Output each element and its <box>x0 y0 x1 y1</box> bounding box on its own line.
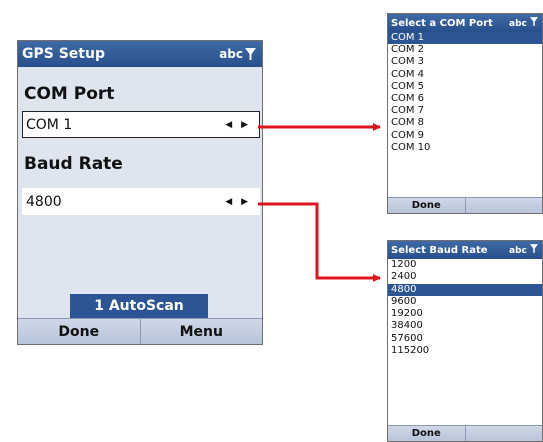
baud-rate-list-screen: Select Baud Rate abc 1200 2400 4800 9600 192… <box>387 240 543 442</box>
list-item[interactable]: COM 1 <box>388 32 542 45</box>
list-item[interactable]: 115200 <box>388 345 542 357</box>
baud-list-softkey-bar: Done <box>388 425 542 441</box>
input-mode-label: abc <box>509 19 527 29</box>
title-bar: GPS Setup abc <box>18 41 262 67</box>
list-item[interactable]: 4800 <box>388 283 542 296</box>
com-port-label: COM Port <box>24 84 115 104</box>
baud-list-title: Select Baud Rate <box>391 244 488 256</box>
input-mode-indicator: abc <box>219 47 256 61</box>
list-item[interactable]: COM 7 <box>388 105 542 117</box>
list-item[interactable]: 38400 <box>388 320 542 332</box>
com-list-title: Select a COM Port <box>391 17 493 29</box>
left-right-arrows-icon: ◀ ▶ <box>225 119 251 130</box>
baud-rate-connector-arrow <box>258 202 381 282</box>
screen-title: GPS Setup <box>22 46 105 62</box>
input-mode-indicator: abc <box>509 17 538 29</box>
list-item[interactable]: COM 6 <box>388 93 542 105</box>
list-item[interactable]: 19200 <box>388 308 542 320</box>
right-softkey[interactable] <box>466 426 543 441</box>
menu-softkey[interactable]: Menu <box>141 319 263 344</box>
com-list-softkey-bar: Done <box>388 197 542 213</box>
baud-rate-label: Baud Rate <box>24 154 123 174</box>
list-item[interactable]: COM 3 <box>388 56 542 68</box>
left-right-arrows-icon: ◀ ▶ <box>225 196 251 207</box>
input-mode-label: abc <box>219 47 243 61</box>
list-item[interactable]: COM 9 <box>388 130 542 142</box>
com-port-value: COM 1 <box>26 116 73 133</box>
autoscan-button[interactable]: 1 AutoScan <box>70 294 208 318</box>
softkey-bar: Done Menu <box>18 318 262 344</box>
signal-icon <box>530 244 538 253</box>
list-item[interactable]: 1200 <box>388 259 542 271</box>
com-port-list-screen: Select a COM Port abc COM 1 COM 2 COM 3 COM… <box>387 13 543 214</box>
com-list-title-bar: Select a COM Port abc <box>388 14 542 32</box>
list-item[interactable]: COM 4 <box>388 69 542 81</box>
input-mode-label: abc <box>509 246 527 256</box>
list-item[interactable]: 2400 <box>388 271 542 283</box>
right-softkey[interactable] <box>466 198 543 213</box>
com-port-list: COM 1 COM 2 COM 3 COM 4 COM 5 COM 6 COM 7 COM 8… <box>388 32 542 154</box>
list-item[interactable]: 9600 <box>388 296 542 308</box>
list-item[interactable]: COM 5 <box>388 81 542 93</box>
signal-icon <box>530 17 538 26</box>
done-softkey[interactable]: Done <box>388 198 466 213</box>
baud-rate-value: 4800 <box>26 193 62 210</box>
com-port-selector[interactable]: COM 1 ◀ ▶ <box>22 111 260 138</box>
gps-setup-screen: GPS Setup abc COM Port COM 1 ◀ ▶ Baud Ra… <box>17 40 263 345</box>
list-item[interactable]: COM 10 <box>388 142 542 154</box>
signal-icon <box>245 48 256 60</box>
list-item[interactable]: COM 2 <box>388 44 542 56</box>
list-item[interactable]: 57600 <box>388 333 542 345</box>
baud-rate-list: 1200 2400 4800 9600 19200 38400 57600 115200 <box>388 259 542 357</box>
baud-list-title-bar: Select Baud Rate abc <box>388 241 542 259</box>
done-softkey[interactable]: Done <box>388 426 466 441</box>
list-item[interactable]: COM 8 <box>388 117 542 129</box>
input-mode-indicator: abc <box>509 244 538 256</box>
baud-rate-selector[interactable]: 4800 ◀ ▶ <box>22 188 260 215</box>
done-softkey[interactable]: Done <box>18 319 141 344</box>
